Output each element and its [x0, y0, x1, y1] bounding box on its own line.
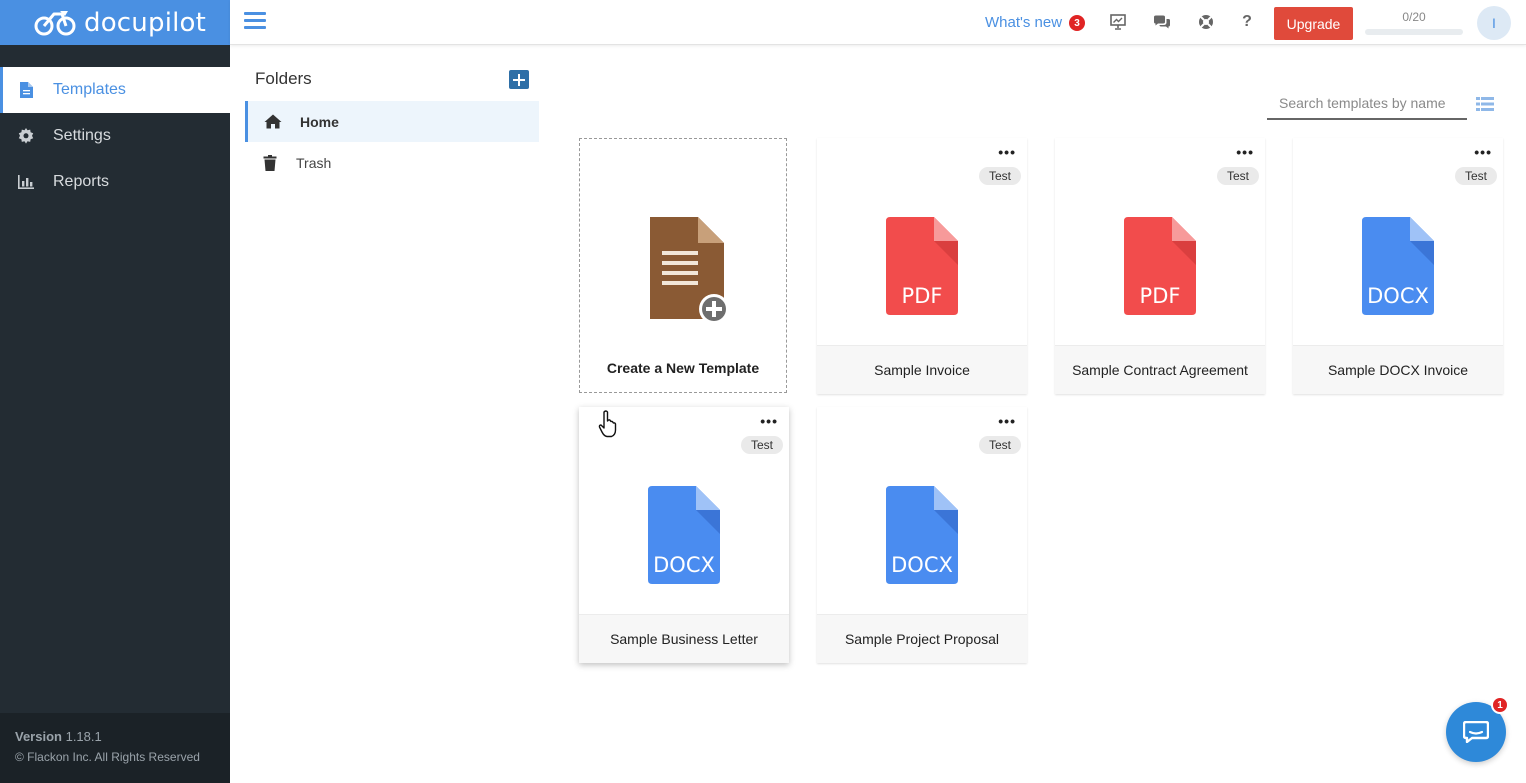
copyright-text: © Flackon Inc. All Rights Reserved: [15, 750, 200, 764]
home-icon: [264, 114, 282, 129]
template-tag: Test: [1454, 167, 1497, 185]
template-card-sample-project-proposal[interactable]: ••• Test DOCX Sample Project Proposal: [817, 407, 1027, 663]
pdf-file-icon: PDF: [1124, 217, 1196, 315]
template-name: Sample Project Proposal: [817, 614, 1027, 663]
plus-icon: [513, 73, 525, 86]
template-name: Sample Contract Agreement: [1055, 345, 1265, 394]
docx-file-icon: DOCX: [1362, 217, 1434, 315]
chat-bubble-icon: [1463, 721, 1489, 743]
sidebar: docupilot Templates Settings Reports Ver…: [0, 0, 230, 783]
folders-title: Folders: [255, 69, 312, 88]
upgrade-button[interactable]: Upgrade: [1274, 7, 1353, 40]
template-tag: Test: [978, 167, 1021, 185]
avatar[interactable]: I: [1477, 6, 1511, 40]
file-type-label: DOCX: [653, 553, 715, 577]
create-template-card[interactable]: Create a New Template: [579, 138, 787, 393]
version-label: Version: [15, 729, 62, 744]
usage-meter: 0/20: [1365, 10, 1463, 35]
top-bar: What's new 3 ? Upgrade 0/20 I: [230, 0, 1526, 45]
add-folder-button[interactable]: [509, 70, 529, 89]
help-question-icon[interactable]: ?: [1238, 13, 1256, 31]
list-view-icon[interactable]: [1476, 96, 1494, 112]
pdf-file-icon: PDF: [886, 217, 958, 315]
file-type-label: DOCX: [891, 553, 953, 577]
template-tag: Test: [1216, 167, 1259, 185]
file-type-label: PDF: [902, 284, 943, 308]
folder-item-home[interactable]: Home: [245, 101, 539, 142]
sidebar-item-templates[interactable]: Templates: [0, 67, 230, 113]
whats-new-link[interactable]: What's new: [985, 14, 1062, 31]
template-tag: Test: [978, 436, 1021, 454]
template-card-sample-docx-invoice[interactable]: ••• Test DOCX Sample DOCX Invoice: [1293, 138, 1503, 394]
gear-icon: [17, 127, 35, 145]
docx-file-icon: DOCX: [648, 486, 720, 584]
chat-unread-badge: 1: [1491, 696, 1509, 714]
file-type-label: PDF: [1140, 284, 1181, 308]
presentation-chart-icon[interactable]: [1109, 13, 1127, 31]
sidebar-nav: Templates Settings Reports: [0, 67, 230, 205]
menu-toggle-icon[interactable]: [244, 12, 266, 32]
new-document-icon: [650, 217, 729, 324]
docx-file-icon: DOCX: [886, 486, 958, 584]
sidebar-item-label: Templates: [53, 81, 126, 98]
bike-logo-icon: [34, 10, 76, 35]
more-options-icon[interactable]: •••: [998, 144, 1016, 160]
template-name: Sample Business Letter: [579, 614, 789, 663]
version-number: 1.18.1: [65, 729, 102, 744]
sidebar-item-reports[interactable]: Reports: [0, 159, 230, 205]
create-template-label: Create a New Template: [606, 360, 760, 376]
file-type-label: DOCX: [1367, 284, 1429, 308]
template-tag: Test: [740, 436, 783, 454]
more-options-icon[interactable]: •••: [1236, 144, 1254, 160]
trash-icon: [263, 155, 277, 171]
hand-cursor-icon: [598, 410, 617, 438]
logo[interactable]: docupilot: [0, 0, 230, 45]
logo-text: docupilot: [84, 7, 207, 38]
template-card-sample-business-letter[interactable]: ••• Test DOCX Sample Business Letter: [579, 407, 789, 663]
chat-bubbles-icon[interactable]: [1153, 13, 1171, 31]
folder-label: Trash: [296, 155, 332, 171]
template-name: Sample DOCX Invoice: [1293, 345, 1503, 394]
support-lifebuoy-icon[interactable]: [1197, 13, 1215, 31]
whats-new-badge: 3: [1069, 15, 1085, 31]
template-name: Sample Invoice: [817, 345, 1027, 394]
usage-count: 0/20: [1402, 10, 1426, 24]
usage-progress-bar: [1365, 29, 1463, 35]
more-options-icon[interactable]: •••: [1474, 144, 1492, 160]
folder-label: Home: [300, 113, 339, 130]
more-options-icon[interactable]: •••: [998, 413, 1016, 429]
more-options-icon[interactable]: •••: [760, 413, 778, 429]
bar-chart-icon: [17, 173, 35, 191]
template-card-sample-contract-agreement[interactable]: ••• Test PDF Sample Contract Agreement: [1055, 138, 1265, 394]
sidebar-item-label: Settings: [53, 127, 111, 144]
folder-item-trash[interactable]: Trash: [245, 143, 539, 183]
search-input[interactable]: [1267, 88, 1467, 120]
sidebar-item-label: Reports: [53, 173, 110, 190]
template-card-sample-invoice[interactable]: ••• Test PDF Sample Invoice: [817, 138, 1027, 394]
version-info: Version 1.18.1: [15, 729, 215, 744]
sidebar-item-settings[interactable]: Settings: [0, 113, 230, 159]
file-icon: [17, 81, 35, 99]
sidebar-footer: Version 1.18.1 © Flackon Inc. All Rights…: [0, 713, 230, 783]
